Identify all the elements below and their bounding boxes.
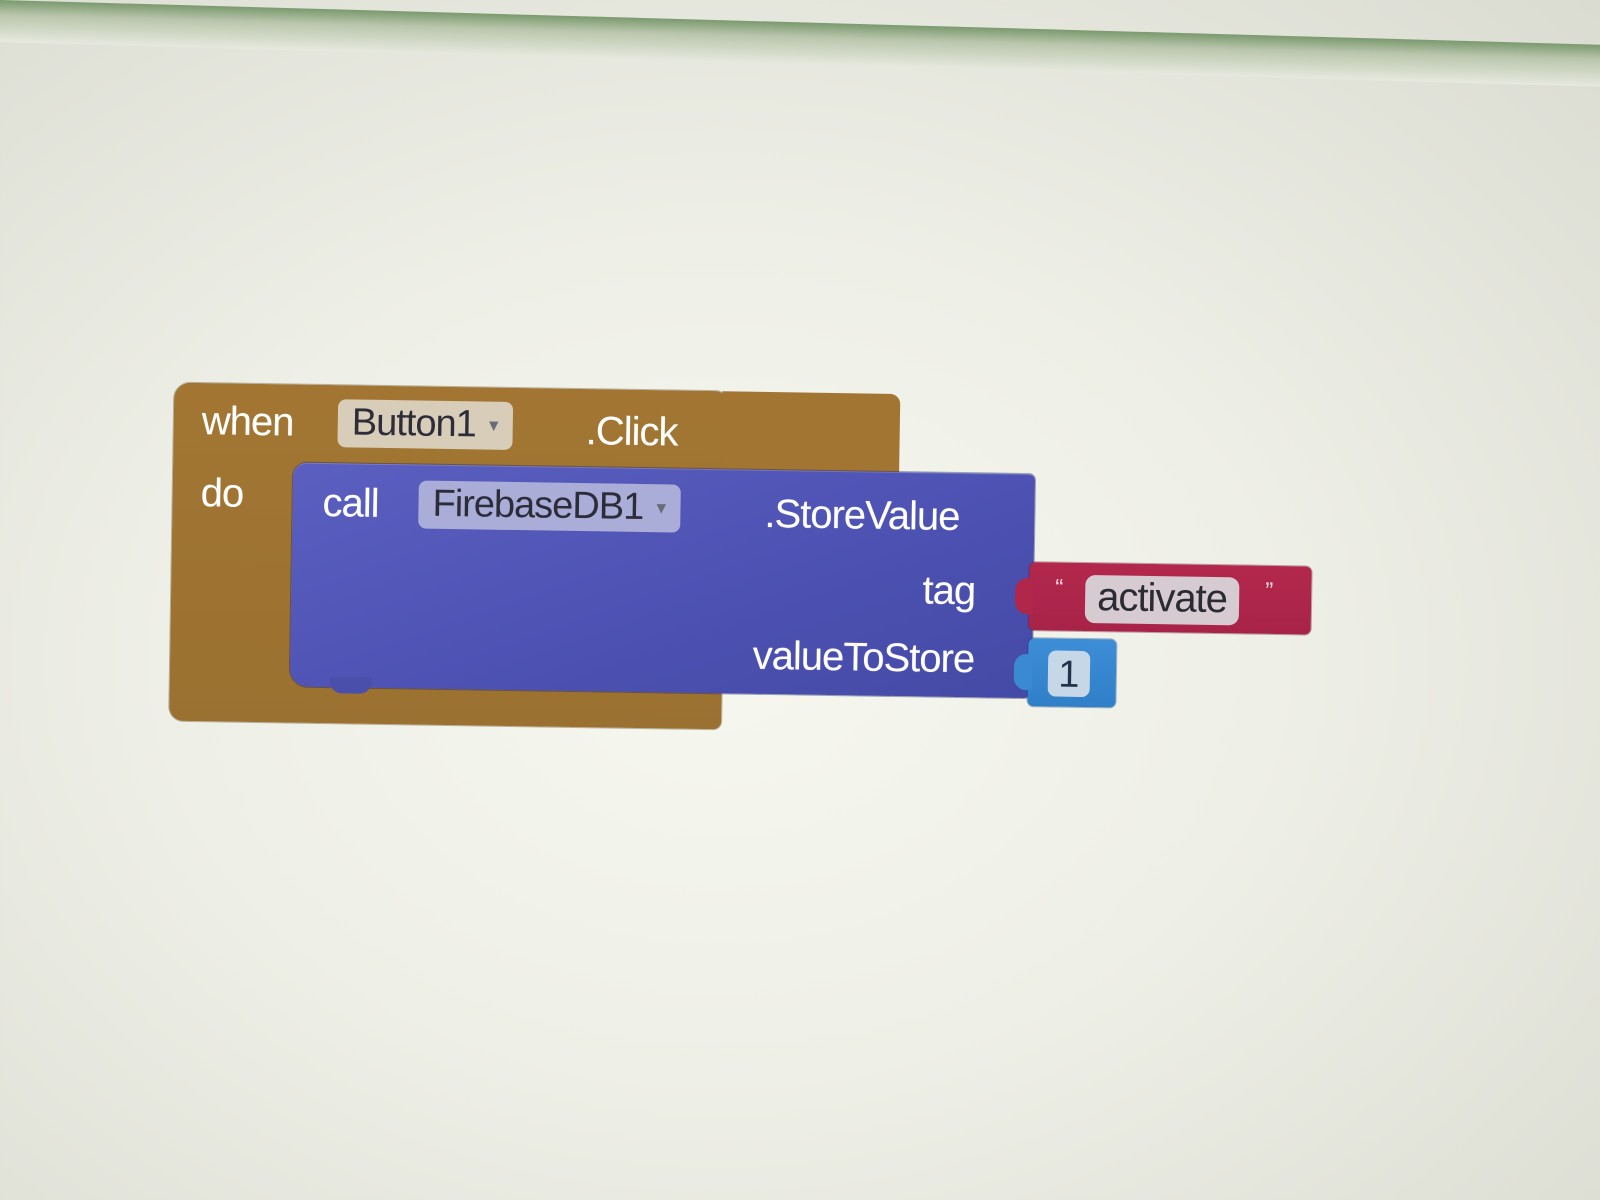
value-to-store-argument-label: valueToStore (752, 633, 975, 682)
block-connector-notch (329, 677, 372, 694)
number-block[interactable]: 1 (1013, 638, 1117, 708)
chevron-down-icon: ▼ (653, 500, 669, 518)
component-dropdown-firebasedb1[interactable]: FirebaseDB1 ▼ (418, 480, 681, 533)
block-plug (1014, 577, 1034, 615)
do-keyword: do (200, 471, 244, 516)
method-name: .StoreValue (764, 491, 960, 540)
chevron-down-icon: ▼ (485, 417, 501, 435)
text-string-block[interactable]: “ activate ” (1014, 562, 1312, 635)
number-value-field[interactable]: 1 (1047, 650, 1091, 698)
block-plug (1013, 653, 1033, 691)
event-header-extension (721, 391, 901, 477)
component-dropdown-label: Button1 (351, 401, 477, 446)
call-method-block[interactable]: call FirebaseDB1 ▼ .StoreValue tag valueT… (289, 462, 1036, 699)
text-value-field[interactable]: activate (1084, 575, 1240, 626)
event-name: .Click (585, 409, 678, 455)
open-quote: “ (1055, 574, 1064, 602)
call-keyword: call (322, 481, 379, 526)
when-keyword: when (201, 399, 294, 445)
close-quote: ” (1265, 577, 1274, 605)
tag-argument-label: tag (922, 568, 976, 614)
component-dropdown-label: FirebaseDB1 (432, 482, 644, 529)
blocks-workspace[interactable]: when Button1 ▼ .Click do call FirebaseDB1… (0, 0, 1600, 1200)
component-dropdown-button1[interactable]: Button1 ▼ (337, 399, 513, 450)
